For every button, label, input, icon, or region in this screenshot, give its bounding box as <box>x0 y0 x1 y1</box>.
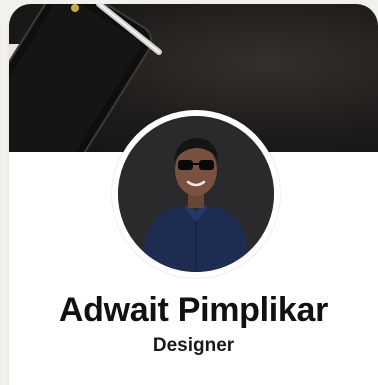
profile-card: Adwait Pimplikar Designer <box>9 4 378 385</box>
portrait-image <box>118 116 274 272</box>
profile-name: Adwait Pimplikar <box>58 291 329 329</box>
avatar <box>118 116 274 272</box>
profile-role: Designer <box>152 335 235 356</box>
avatar-frame <box>112 110 280 278</box>
